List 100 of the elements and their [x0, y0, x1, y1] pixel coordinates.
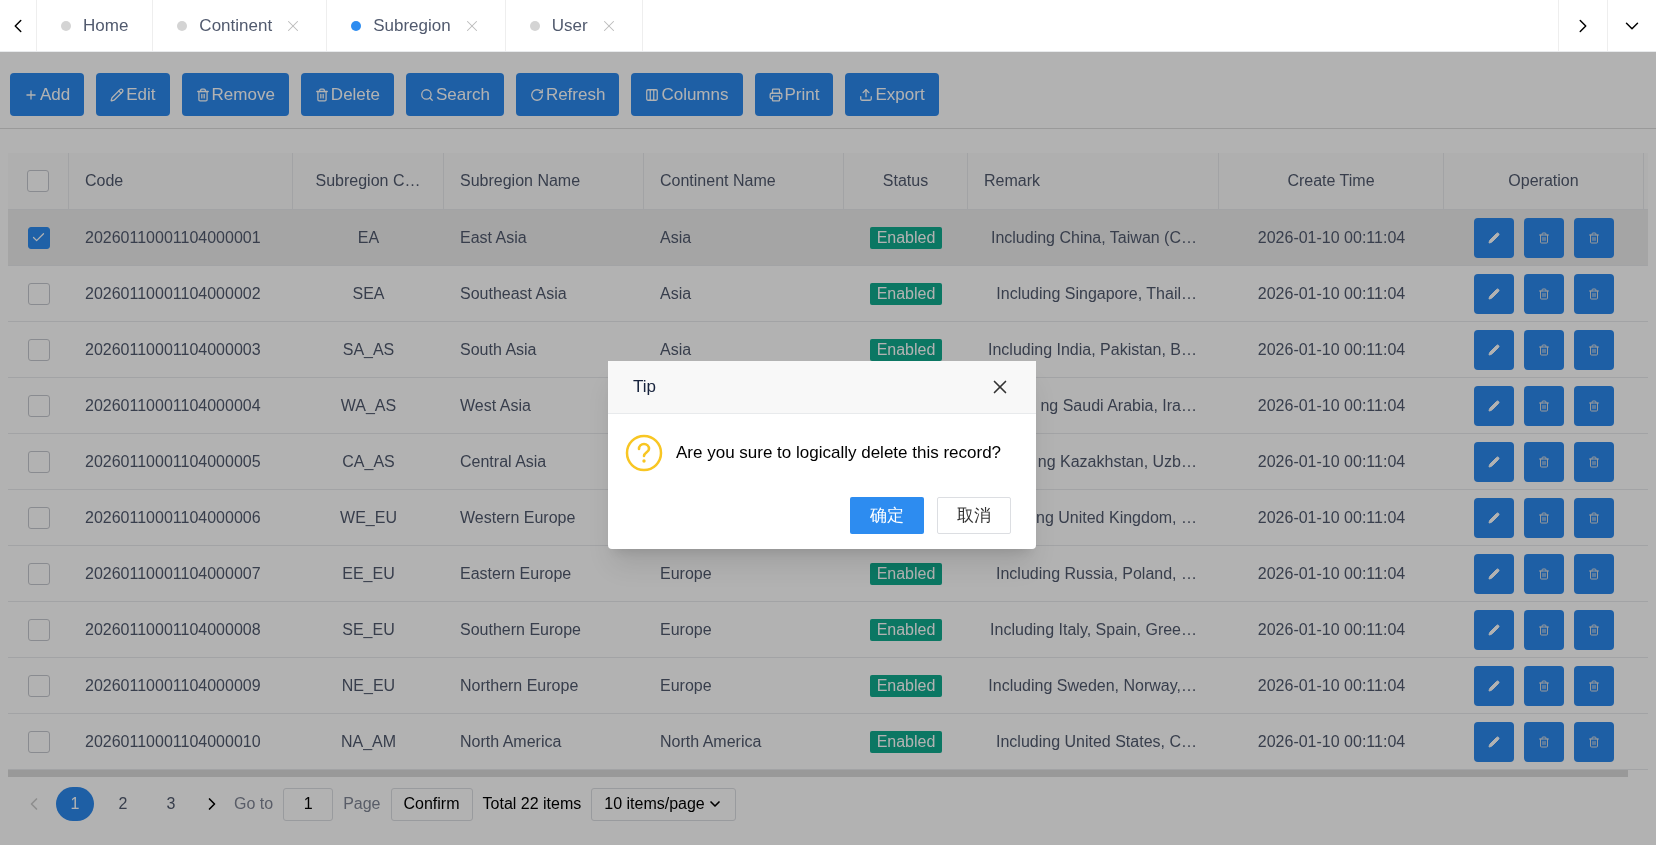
- table-cell-text: Western Europe: [460, 507, 576, 528]
- toolbar-button[interactable]: Delete: [300, 73, 394, 116]
- pencil-icon: [1488, 231, 1500, 244]
- delete-button[interactable]: [1574, 553, 1614, 594]
- tab[interactable]: Continent: [153, 0, 328, 51]
- table-row[interactable]: 20260110001104000001 EA East Asia Asia Enabled Including China, Taiwan (C… 2026-01-10 00:11:04: [8, 210, 1648, 266]
- checkbox[interactable]: [27, 506, 50, 529]
- toolbar-button[interactable]: Columns: [631, 73, 743, 116]
- delete-button[interactable]: [1574, 665, 1614, 706]
- column-header: Create Time: [1287, 171, 1375, 191]
- columns-icon: [645, 87, 660, 102]
- trash-icon: [1588, 623, 1600, 636]
- trash-icon: [1538, 511, 1550, 524]
- delete-button[interactable]: [1574, 609, 1614, 650]
- table-cell-text: 2026-01-10 00:11:04: [1257, 563, 1406, 584]
- table-cell-text: ng Saudi Arabia, Ira…: [1040, 395, 1197, 416]
- page-button[interactable]: 1: [56, 787, 94, 821]
- trash-icon: [1538, 343, 1550, 356]
- trash-icon: [314, 87, 329, 102]
- delete-button[interactable]: [1574, 217, 1614, 258]
- edit-button[interactable]: [1474, 329, 1514, 370]
- toolbar-button[interactable]: Export: [845, 73, 939, 116]
- table-cell-text: 20260110001104000002: [85, 283, 261, 304]
- delete-button[interactable]: [1524, 553, 1564, 594]
- confirm-button[interactable]: Confirm: [390, 787, 473, 821]
- checkbox[interactable]: [27, 338, 50, 361]
- toolbar-button[interactable]: Search: [406, 73, 504, 116]
- edit-button[interactable]: [1474, 497, 1514, 538]
- trash-icon: [1588, 399, 1600, 412]
- status-tag: Enabled: [869, 674, 943, 697]
- checkbox[interactable]: [27, 394, 50, 417]
- horizontal-scrollbar[interactable]: [8, 770, 1628, 777]
- table-cell-text: Asia: [660, 227, 692, 248]
- edit-button[interactable]: [1474, 553, 1514, 594]
- checkbox[interactable]: [27, 562, 50, 585]
- status-tag: Enabled: [869, 562, 943, 585]
- table-cell-text: 20260110001104000010: [85, 731, 261, 752]
- edit-button[interactable]: [1474, 721, 1514, 762]
- column-header: Subregion Name: [460, 171, 581, 191]
- edit-button[interactable]: [1474, 217, 1514, 258]
- table-cell-text: Including India, Pakistan, B…: [988, 339, 1197, 360]
- delete-button[interactable]: [1574, 329, 1614, 370]
- toolbar-button[interactable]: Refresh: [515, 73, 620, 116]
- table-cell-text: 20260110001104000006: [85, 507, 261, 528]
- delete-button[interactable]: [1574, 273, 1614, 314]
- toolbar-button[interactable]: Edit: [96, 73, 170, 116]
- delete-button[interactable]: [1524, 441, 1564, 482]
- checkbox[interactable]: [27, 282, 50, 305]
- checkbox[interactable]: [27, 674, 50, 697]
- total-count: Total 22 items: [482, 794, 582, 814]
- pencil-icon: [1488, 567, 1500, 580]
- delete-button[interactable]: [1524, 665, 1564, 706]
- trash-icon: [1538, 455, 1550, 468]
- checkbox[interactable]: [27, 226, 50, 249]
- edit-button[interactable]: [1474, 665, 1514, 706]
- delete-button[interactable]: [1524, 329, 1564, 370]
- refresh-icon: [529, 87, 544, 102]
- toolbar-button[interactable]: Add: [10, 73, 85, 116]
- delete-button[interactable]: [1524, 609, 1564, 650]
- toolbar-button[interactable]: Remove: [181, 73, 289, 116]
- page-button[interactable]: 2: [104, 787, 142, 821]
- table-cell-text: WA_AS: [340, 395, 397, 416]
- delete-button[interactable]: [1574, 497, 1614, 538]
- page-input[interactable]: 1: [283, 787, 334, 821]
- toolbar-button[interactable]: Print: [754, 73, 834, 116]
- table-cell-text: 20260110001104000003: [85, 339, 261, 360]
- delete-button[interactable]: [1524, 721, 1564, 762]
- pencil-icon: [1488, 735, 1500, 748]
- delete-button[interactable]: [1574, 441, 1614, 482]
- checkbox[interactable]: [27, 170, 49, 192]
- tab[interactable]: Subregion: [327, 0, 506, 51]
- status-tag: Enabled: [869, 282, 943, 305]
- delete-button[interactable]: [1524, 217, 1564, 258]
- delete-button[interactable]: [1524, 497, 1564, 538]
- edit-button[interactable]: [1474, 609, 1514, 650]
- page-size-select[interactable]: 10 items/page: [591, 787, 737, 821]
- delete-button[interactable]: [1574, 385, 1614, 426]
- table-cell-text: CA_AS: [342, 451, 395, 472]
- checkbox[interactable]: [27, 730, 50, 753]
- checkbox[interactable]: [27, 450, 50, 473]
- table-cell-text: Europe: [660, 675, 712, 696]
- tab[interactable]: User: [505, 0, 643, 51]
- delete-button[interactable]: [1574, 721, 1614, 762]
- checkbox[interactable]: [27, 618, 50, 641]
- edit-button[interactable]: [1474, 385, 1514, 426]
- cancel-button[interactable]: 取消: [937, 497, 1011, 534]
- page-button[interactable]: 3: [152, 787, 190, 821]
- table-cell-text: Southern Europe: [460, 619, 581, 640]
- table-cell-text: Southeast Asia: [460, 283, 567, 304]
- table-cell-text: 2026-01-10 00:11:04: [1257, 619, 1406, 640]
- edit-button[interactable]: [1474, 273, 1514, 314]
- edit-button[interactable]: [1474, 441, 1514, 482]
- tab[interactable]: Home: [37, 0, 154, 51]
- tab-label: User: [551, 14, 588, 37]
- delete-button[interactable]: [1524, 385, 1564, 426]
- table-cell-text: Asia: [660, 339, 692, 360]
- column-header: Code: [85, 171, 124, 191]
- delete-button[interactable]: [1524, 273, 1564, 314]
- table-cell-text: 20260110001104000009: [85, 675, 261, 696]
- ok-button[interactable]: 确定: [850, 497, 924, 534]
